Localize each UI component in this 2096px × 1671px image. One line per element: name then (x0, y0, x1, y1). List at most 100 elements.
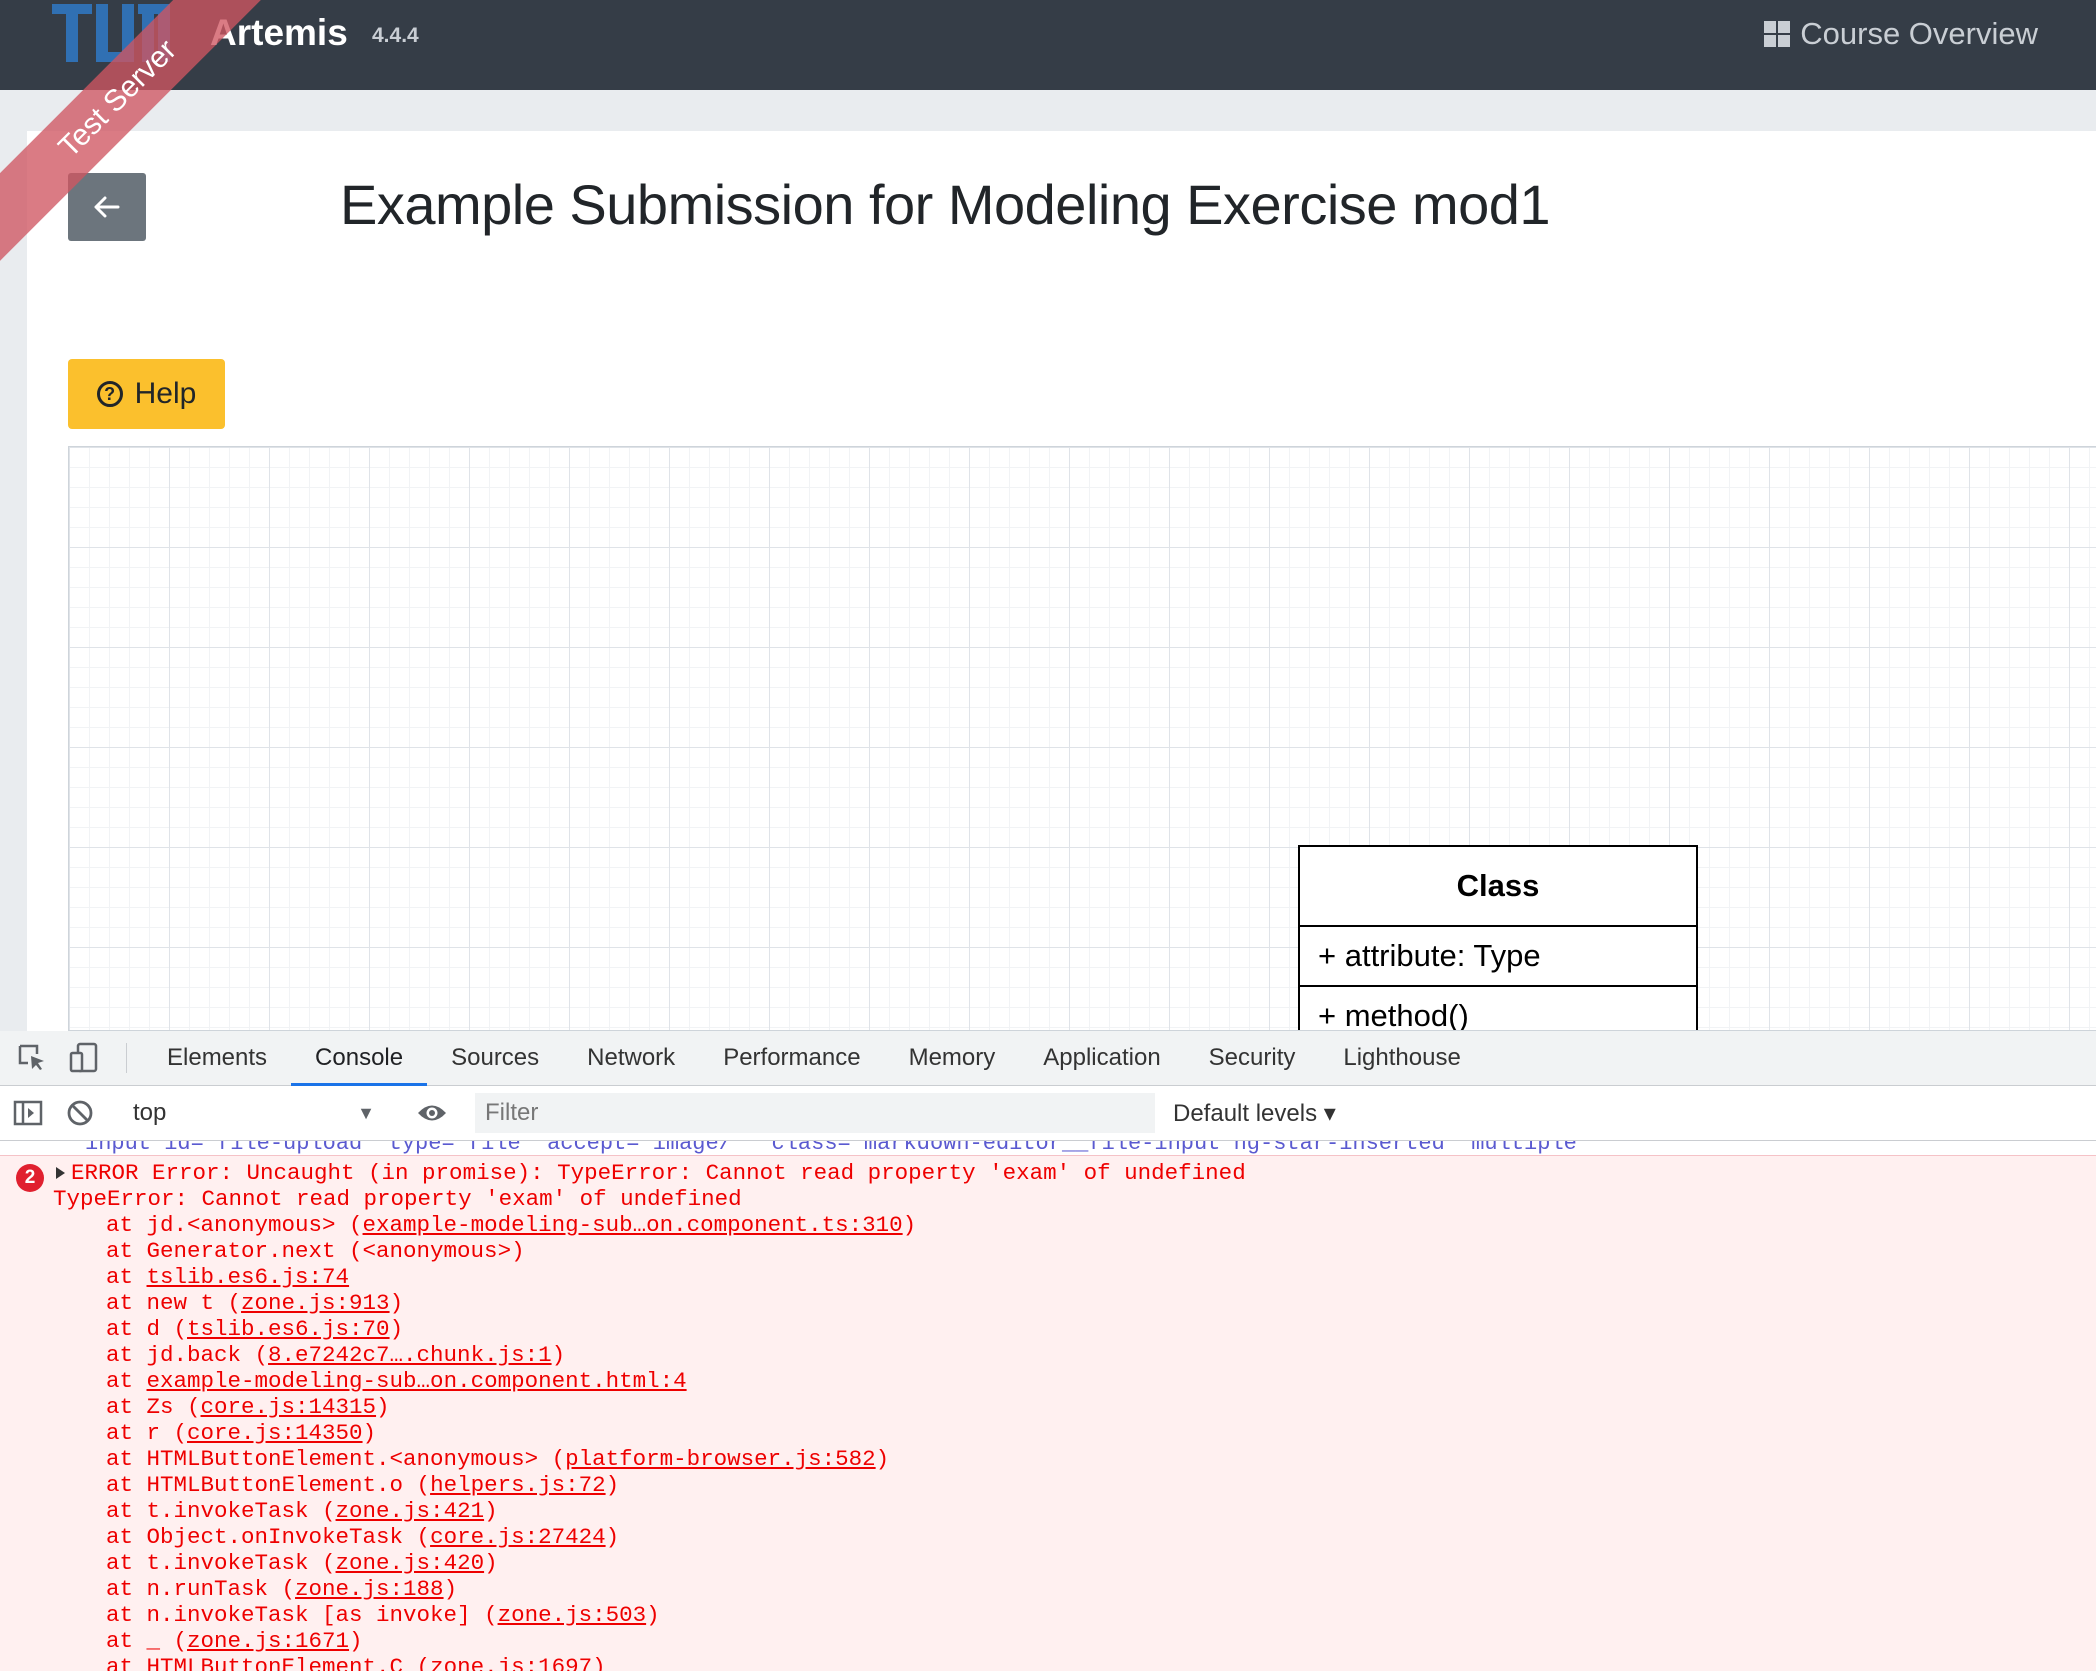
version-label: 4.4.4 (372, 24, 419, 47)
stack-frame: at Zs (core.js:14315) (0, 1394, 2096, 1420)
tab-performance[interactable]: Performance (699, 1031, 884, 1085)
source-link[interactable]: zone.js:503 (498, 1602, 647, 1628)
brand-name[interactable]: Artemis (210, 12, 348, 54)
stack-frame: at t.invokeTask (zone.js:421) (0, 1498, 2096, 1524)
stack-trace: at jd.<anonymous> (example-modeling-sub…… (0, 1212, 2096, 1671)
inspect-element-icon[interactable] (6, 1031, 58, 1085)
stack-frame: at example-modeling-sub…on.component.htm… (0, 1368, 2096, 1394)
source-link[interactable]: example-modeling-sub…on.component.ts:310 (363, 1212, 903, 1238)
stack-frame-text: at Object.onInvokeTask ( (106, 1524, 431, 1550)
error-count-badge: 2 (16, 1164, 44, 1192)
uml-class-method[interactable]: + method() (1300, 987, 1696, 1030)
error-headline-text: ERROR Error: Uncaught (in promise): Type… (71, 1160, 1246, 1186)
truncated-console-line: input id="file-upload" type="file" accep… (0, 1141, 2096, 1156)
error-subline: TypeError: Cannot read property 'exam' o… (53, 1186, 742, 1212)
source-link[interactable]: zone.js:421 (336, 1498, 485, 1524)
top-navbar: Artemis 4.4.4 Course Overview (0, 0, 2096, 90)
stack-frame-text: at t.invokeTask ( (106, 1498, 336, 1524)
stack-frame-text: at HTMLButtonElement.<anonymous> ( (106, 1446, 566, 1472)
question-circle-icon: ? (96, 381, 123, 407)
log-levels-dropdown[interactable]: Default levels ▾ (1173, 1099, 1336, 1128)
tab-memory[interactable]: Memory (885, 1031, 1020, 1085)
console-filter-input[interactable] (475, 1093, 1155, 1133)
source-link[interactable]: example-modeling-sub…on.component.html:4 (147, 1368, 687, 1394)
console-toolbar: top ▼ Default levels ▾ (0, 1086, 2096, 1141)
context-selector[interactable]: top ▼ (119, 1093, 389, 1133)
course-overview-label: Course Overview (1800, 16, 2038, 51)
stack-frame-text: at r ( (106, 1420, 188, 1446)
stack-frame-text: at (106, 1264, 147, 1290)
uml-class-attribute[interactable]: + attribute: Type (1300, 927, 1696, 987)
stack-frame-text: at n.runTask ( (106, 1576, 296, 1602)
stack-frame-text: at HTMLButtonElement.C ( (106, 1654, 431, 1671)
source-link[interactable]: core.js:14350 (187, 1420, 363, 1446)
tab-lighthouse[interactable]: Lighthouse (1319, 1031, 1484, 1085)
stack-frame-suffix: ) (443, 1576, 458, 1602)
stack-frame-suffix: ) (605, 1472, 620, 1498)
expand-triangle-icon[interactable] (56, 1167, 65, 1180)
stack-frame-text: at jd.back ( (106, 1342, 269, 1368)
tab-security[interactable]: Security (1185, 1031, 1320, 1085)
stack-frame-text: at (106, 1368, 147, 1394)
help-button[interactable]: ? Help (68, 359, 225, 429)
sidebar-toggle-icon[interactable] (2, 1100, 54, 1126)
source-link[interactable]: core.js:14315 (201, 1394, 377, 1420)
source-link[interactable]: 8.e7242c7….chunk.js:1 (268, 1342, 552, 1368)
stack-frame-text: at Generator.next (<anonymous>) (106, 1238, 525, 1264)
stack-frame-text: at Zs ( (106, 1394, 201, 1420)
uml-class-element[interactable]: Class + attribute: Type + method() (1298, 845, 1698, 1030)
help-label: Help (134, 377, 197, 410)
stack-frame-suffix: ) (592, 1654, 606, 1671)
stack-frame: at r (core.js:14350) (0, 1420, 2096, 1446)
stack-frame-suffix: ) (389, 1290, 404, 1316)
stack-frame-suffix: ) (902, 1212, 917, 1238)
stack-frame-suffix: ) (484, 1550, 498, 1576)
stack-frame-suffix: ) (376, 1394, 390, 1420)
stack-frame-suffix: ) (484, 1498, 498, 1524)
source-link[interactable]: zone.js:913 (241, 1290, 390, 1316)
error-headline[interactable]: ERROR Error: Uncaught (in promise): Type… (0, 1160, 2096, 1186)
source-link[interactable]: tslib.es6.js:74 (147, 1264, 350, 1290)
device-toolbar-icon[interactable] (58, 1031, 110, 1085)
stack-frame: at t.invokeTask (zone.js:420) (0, 1550, 2096, 1576)
stack-frame: at HTMLButtonElement.o (helpers.js:72) (0, 1472, 2096, 1498)
clear-console-icon[interactable] (54, 1099, 106, 1127)
source-link[interactable]: helpers.js:72 (430, 1472, 606, 1498)
tab-console[interactable]: Console (291, 1031, 428, 1086)
stack-frame-text: at _ ( (106, 1628, 188, 1654)
back-button[interactable] (68, 173, 146, 241)
stack-frame: at Object.onInvokeTask (core.js:27424) (0, 1524, 2096, 1550)
stack-frame-suffix: ) (349, 1628, 363, 1654)
modeling-editor-canvas[interactable]: Class + attribute: Type + method() (68, 446, 2096, 1031)
tab-sources[interactable]: Sources (427, 1031, 563, 1085)
context-value: top (133, 1099, 167, 1126)
uml-class-name[interactable]: Class (1300, 847, 1696, 927)
eye-icon[interactable] (406, 1102, 458, 1124)
tab-application[interactable]: Application (1019, 1031, 1184, 1085)
source-link[interactable]: zone.js:1671 (187, 1628, 349, 1654)
stack-frame: at n.runTask (zone.js:188) (0, 1576, 2096, 1602)
arrow-left-icon (94, 196, 120, 218)
grid-icon (1764, 21, 1791, 47)
stack-frame: at new t (zone.js:913) (0, 1290, 2096, 1316)
divider (126, 1043, 127, 1073)
tum-logo[interactable] (52, 4, 170, 62)
tab-elements[interactable]: Elements (143, 1031, 291, 1085)
course-overview-link[interactable]: Course Overview (1764, 16, 2038, 52)
stack-frame-suffix: ) (389, 1316, 404, 1342)
source-link[interactable]: zone.js:1697 (430, 1654, 592, 1671)
stack-frame: at n.invokeTask [as invoke] (zone.js:503… (0, 1602, 2096, 1628)
console-output[interactable]: input id="file-upload" type="file" accep… (0, 1141, 2096, 1671)
source-link[interactable]: platform-browser.js:582 (565, 1446, 876, 1472)
stack-frame-suffix: ) (362, 1420, 377, 1446)
stack-frame-text: at d ( (106, 1316, 188, 1342)
console-error-message[interactable]: 2 ERROR Error: Uncaught (in promise): Ty… (0, 1156, 2096, 1671)
source-link[interactable]: tslib.es6.js:70 (187, 1316, 390, 1342)
source-link[interactable]: zone.js:420 (336, 1550, 485, 1576)
tab-network[interactable]: Network (563, 1031, 699, 1085)
dropdown-arrow-icon: ▼ (357, 1102, 375, 1123)
stack-frame: at _ (zone.js:1671) (0, 1628, 2096, 1654)
source-link[interactable]: core.js:27424 (430, 1524, 606, 1550)
source-link[interactable]: zone.js:188 (295, 1576, 444, 1602)
stack-frame-text: at jd.<anonymous> ( (106, 1212, 363, 1238)
